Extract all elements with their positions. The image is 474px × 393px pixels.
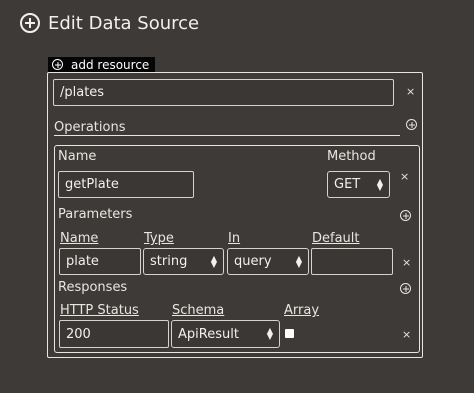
remove-resource-icon[interactable]: × [406, 85, 415, 98]
operation-name-input[interactable]: getPlate [58, 171, 194, 198]
operation-name-value: getPlate [65, 177, 119, 192]
resource-path-value: /plates [60, 85, 105, 100]
param-type-select[interactable]: string ▲ ▼ [143, 248, 224, 275]
add-parameter-icon[interactable] [400, 210, 411, 221]
array-checkbox[interactable] [285, 329, 294, 338]
page-header: Edit Data Source [20, 10, 199, 36]
plus-circle-icon [20, 13, 40, 33]
method-label: Method [327, 149, 376, 164]
param-in-select[interactable]: query ▲ ▼ [227, 248, 309, 275]
select-arrows-icon: ▲ ▼ [376, 176, 383, 192]
operation-name-label: Name [58, 149, 97, 164]
responses-label: Responses [58, 280, 128, 295]
param-name-input[interactable]: plate [59, 248, 141, 275]
param-col-name: Name [60, 231, 99, 246]
http-status-value: 200 [66, 326, 91, 342]
method-select[interactable]: GET ▲ ▼ [327, 171, 390, 198]
schema-value: ApiResult [178, 326, 239, 342]
resource-path-input[interactable]: /plates [53, 79, 394, 106]
add-response-icon[interactable] [400, 283, 411, 294]
page-title: Edit Data Source [48, 12, 200, 34]
select-arrows-icon: ▲ ▼ [210, 253, 217, 269]
param-col-type: Type [144, 231, 174, 246]
method-value: GET [334, 177, 361, 192]
remove-operation-icon[interactable]: × [400, 170, 409, 183]
param-col-in: In [228, 231, 241, 246]
param-name-value: plate [66, 254, 99, 269]
add-operation-icon[interactable] [406, 119, 417, 130]
operations-divider [54, 135, 400, 136]
remove-response-icon[interactable]: × [402, 328, 411, 341]
add-resource-label: add resource [71, 57, 150, 72]
schema-select[interactable]: ApiResult ▲ ▼ [171, 320, 280, 348]
resp-col-array: Array [284, 303, 320, 318]
param-col-default: Default [312, 231, 360, 246]
remove-parameter-icon[interactable]: × [402, 256, 411, 269]
resp-col-schema: Schema [172, 303, 225, 318]
parameters-label: Parameters [58, 207, 133, 222]
add-resource-button[interactable]: add resource [48, 57, 156, 72]
operations-label: Operations [54, 120, 126, 135]
param-type-value: string [150, 254, 188, 269]
param-default-input[interactable] [311, 248, 393, 275]
select-arrows-icon: ▲ ▼ [266, 326, 273, 341]
param-in-value: query [234, 254, 272, 269]
add-icon [52, 59, 63, 70]
resp-col-status: HTTP Status [60, 303, 139, 318]
http-status-input[interactable]: 200 [59, 320, 169, 348]
select-arrows-icon: ▲ ▼ [295, 253, 302, 269]
